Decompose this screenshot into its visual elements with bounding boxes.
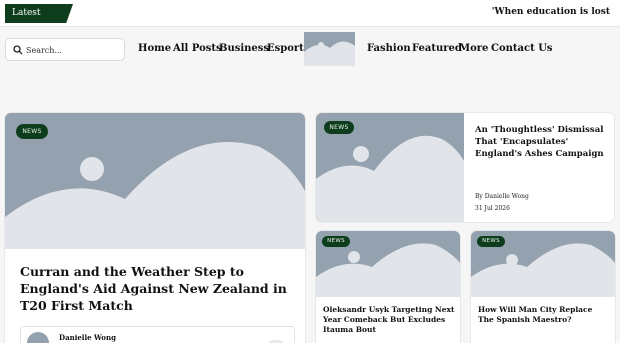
- site-logo[interactable]: [304, 32, 355, 66]
- nav-all-posts[interactable]: All Posts: [173, 43, 222, 54]
- nav-featured[interactable]: Featured: [412, 43, 462, 54]
- nav-fashion[interactable]: Fashion: [367, 43, 411, 54]
- logo-image-placeholder: [304, 41, 355, 66]
- author-name[interactable]: Danielle Wong: [59, 333, 116, 342]
- category-badge[interactable]: NEWS: [322, 236, 350, 247]
- news-ticker[interactable]: 'When education is lost: [492, 7, 610, 17]
- nav-contact-us[interactable]: Contact Us: [491, 43, 553, 54]
- small-article-card[interactable]: NEWS How Will Man City Replace The Spani…: [471, 231, 615, 343]
- side-article-card[interactable]: NEWS An 'Thoughtless' Dismissal That 'En…: [316, 113, 614, 222]
- main-navigation: Home All Posts Business Esports Fashion …: [0, 27, 620, 72]
- author-box: Danielle Wong: [20, 326, 295, 343]
- side-article-author[interactable]: By Danielle Wong: [475, 193, 529, 200]
- featured-image: [5, 113, 305, 249]
- featured-article-card[interactable]: NEWS Curran and the Weather Step to Engl…: [5, 113, 305, 343]
- nav-more[interactable]: More: [459, 43, 488, 54]
- side-article-date: 31 Jul 2026: [475, 205, 510, 212]
- side-article-headline[interactable]: An 'Thoughtless' Dismissal That 'Encapsu…: [475, 124, 607, 160]
- search-box[interactable]: [5, 38, 125, 61]
- small-article-headline[interactable]: How Will Man City Replace The Spanish Ma…: [478, 305, 610, 325]
- category-badge[interactable]: NEWS: [16, 124, 48, 139]
- author-avatar: [27, 332, 49, 343]
- search-input[interactable]: [26, 42, 120, 58]
- category-badge[interactable]: NEWS: [477, 236, 505, 247]
- top-bar: Latest Update 'When education is lost: [0, 0, 620, 27]
- small-article-headline[interactable]: Oleksandr Usyk Targeting Next Year Comeb…: [323, 305, 455, 335]
- latest-update-label: Latest Update: [5, 4, 73, 23]
- category-badge[interactable]: NEWS: [324, 121, 354, 134]
- nav-business[interactable]: Business: [219, 43, 269, 54]
- nav-home[interactable]: Home: [138, 43, 171, 54]
- featured-headline[interactable]: Curran and the Weather Step to England's…: [20, 263, 295, 314]
- search-icon: [13, 45, 23, 55]
- small-article-card[interactable]: NEWS Oleksandr Usyk Targeting Next Year …: [316, 231, 460, 343]
